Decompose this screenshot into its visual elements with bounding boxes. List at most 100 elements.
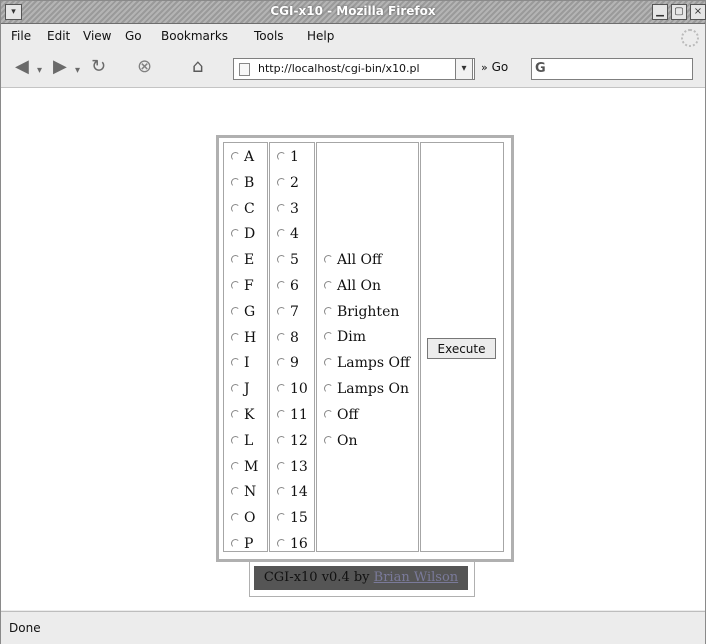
unit-code-label: 16 [290, 536, 308, 552]
menu-file[interactable]: File [11, 29, 31, 43]
unit-code-label: 6 [290, 278, 299, 294]
command-radio[interactable] [324, 255, 333, 264]
unit-code-radio[interactable] [277, 487, 286, 497]
unit-code-label: 9 [290, 355, 299, 372]
command-label: Dim [337, 329, 366, 346]
unit-code-label: 4 [290, 226, 299, 243]
search-engine-icon[interactable]: G [535, 61, 546, 76]
command-radio[interactable] [324, 306, 333, 316]
command-label: All On [337, 277, 382, 294]
search-input[interactable]: G [531, 58, 693, 80]
home-icon[interactable]: ⌂ [192, 57, 203, 77]
unit-code-radio[interactable] [277, 152, 286, 161]
browser-window: ▾ CGI-x10 - Mozilla Firefox ▁ ▢ × File E… [0, 0, 706, 644]
control-form-table: ABCDEFGHIJKLMNOP 1 2 3 4 5 6 7 8 9 10 11 12 13 14 15 16… [216, 135, 514, 562]
command-radio[interactable] [324, 435, 333, 445]
house-code-radio[interactable] [231, 306, 240, 316]
throbber-icon [681, 29, 699, 47]
house-code-label: E [244, 252, 255, 269]
house-code-radio[interactable] [231, 358, 240, 368]
menu-bookmarks[interactable]: Bookmarks [161, 29, 228, 43]
house-code-radio[interactable] [231, 229, 240, 239]
house-code-label: D [244, 226, 256, 243]
house-code-label: I [244, 355, 250, 372]
unit-code-label: 1 [290, 149, 299, 165]
unit-code-radio[interactable] [277, 281, 286, 290]
command-radio[interactable] [324, 332, 333, 342]
go-button[interactable]: » Go [481, 60, 508, 74]
unit-code-label: 11 [290, 407, 308, 423]
url-text: http://localhost/cgi-bin/x10.pl [258, 62, 420, 75]
menu-edit[interactable]: Edit [47, 29, 70, 43]
unit-code-radio[interactable] [277, 513, 286, 523]
page-icon [239, 63, 250, 76]
menu-view[interactable]: View [83, 29, 111, 43]
house-code-radio[interactable] [231, 177, 240, 187]
house-code-radio[interactable] [231, 435, 240, 445]
house-code-radio[interactable] [231, 152, 240, 161]
command-label: Brighten [337, 303, 400, 320]
house-code-radio[interactable] [231, 410, 240, 419]
forward-icon[interactable]: ▶ [53, 57, 67, 77]
house-code-radio[interactable] [231, 281, 240, 290]
house-code-label: O [244, 510, 256, 527]
house-code-label: K [244, 407, 255, 423]
command-radio[interactable] [324, 358, 333, 368]
url-history-dropdown-icon[interactable]: ▾ [455, 58, 473, 80]
maximize-icon[interactable]: ▢ [671, 4, 687, 20]
unit-code-radio[interactable] [277, 461, 286, 471]
stop-icon[interactable]: ⊗ [137, 57, 152, 77]
house-code-radio[interactable] [231, 513, 240, 523]
status-bar: Done [1, 611, 705, 644]
command-radio[interactable] [324, 280, 333, 290]
unit-code-label: 8 [290, 329, 299, 346]
house-code-radio[interactable] [231, 203, 240, 213]
unit-code-radio[interactable] [277, 539, 286, 548]
execute-button[interactable]: Execute [427, 338, 496, 359]
unit-code-radio[interactable] [277, 255, 286, 265]
command-radio[interactable] [324, 409, 333, 419]
menu-tools[interactable]: Tools [254, 29, 284, 43]
unit-code-radio[interactable] [277, 435, 286, 445]
command-column: All Off All On Brighten Dim Lamps Off Lamps O… [316, 142, 419, 552]
status-text: Done [9, 621, 41, 635]
house-code-radio[interactable] [231, 539, 240, 548]
command-radio[interactable] [324, 384, 333, 393]
house-code-column: ABCDEFGHIJKLMNOP [223, 142, 268, 552]
unit-code-radio[interactable] [277, 203, 286, 213]
house-code-radio[interactable] [231, 384, 240, 394]
unit-code-label: 10 [290, 381, 308, 398]
menu-bar: File Edit View Go Bookmarks Tools Help [1, 24, 705, 48]
command-label: On [337, 432, 358, 449]
unit-code-label: 5 [290, 252, 299, 269]
url-bar[interactable]: http://localhost/cgi-bin/x10.pl [233, 58, 475, 80]
forward-dropdown-icon[interactable]: ▾ [75, 61, 80, 81]
back-icon[interactable]: ◀ [15, 57, 29, 77]
house-code-label: H [244, 329, 257, 346]
unit-code-radio[interactable] [277, 384, 286, 394]
house-code-radio[interactable] [231, 487, 240, 497]
unit-code-radio[interactable] [277, 332, 286, 342]
unit-code-label: 7 [290, 303, 299, 320]
unit-code-radio[interactable] [277, 410, 286, 419]
unit-code-label: 15 [290, 510, 308, 527]
menu-help[interactable]: Help [307, 29, 334, 43]
unit-code-radio[interactable] [277, 306, 286, 316]
unit-code-radio[interactable] [277, 177, 286, 187]
credit-text: CGI-x10 v0.4 by [263, 570, 374, 585]
house-code-label: J [244, 381, 250, 398]
minimize-icon[interactable]: ▁ [652, 4, 668, 20]
unit-code-radio[interactable] [277, 358, 286, 368]
menu-go[interactable]: Go [125, 29, 142, 43]
unit-code-radio[interactable] [277, 229, 286, 239]
credit-box: CGI-x10 v0.4 by Brian Wilson [249, 561, 475, 597]
back-dropdown-icon[interactable]: ▾ [37, 61, 42, 81]
house-code-radio[interactable] [231, 332, 240, 342]
author-link[interactable]: Brian Wilson [374, 570, 459, 585]
house-code-radio[interactable] [231, 255, 240, 265]
house-code-radio[interactable] [231, 461, 240, 471]
close-icon[interactable]: × [690, 4, 706, 20]
house-code-label: G [244, 303, 256, 320]
reload-icon[interactable]: ↻ [91, 57, 106, 77]
command-label: All Off [337, 252, 382, 268]
